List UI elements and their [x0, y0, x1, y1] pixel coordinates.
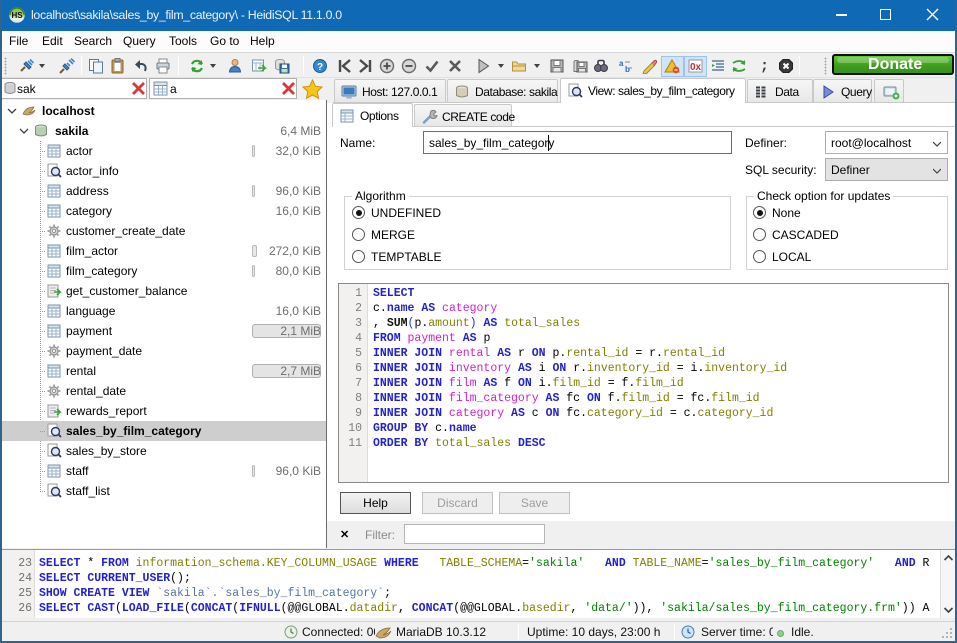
- svg-text:?: ?: [317, 62, 323, 73]
- svg-text:HS: HS: [11, 11, 23, 20]
- svg-text:0x: 0x: [690, 62, 702, 73]
- svg-text:b: b: [625, 65, 630, 74]
- svg-text:a: a: [619, 59, 624, 68]
